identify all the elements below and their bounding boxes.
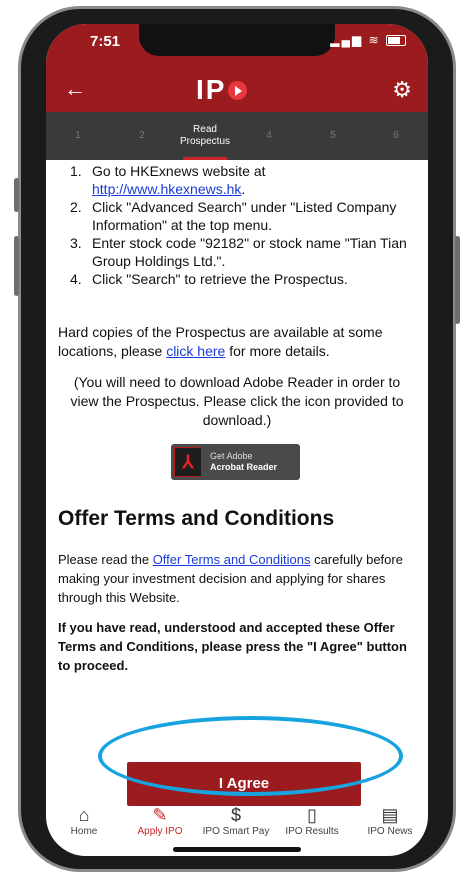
highlight-ring [98, 716, 403, 796]
list-item: 2. Click "Advanced Search" under "Listed … [70, 199, 397, 233]
tab-ipo-results[interactable]: ▯ IPO Results [274, 804, 350, 837]
home-icon: ⌂ [78, 805, 90, 825]
app-header: ← IP ⚙ [46, 68, 428, 112]
side-button [14, 236, 19, 296]
tab-ipo-smart-pay[interactable]: $ IPO Smart Pay [198, 804, 274, 837]
step-6: 6 [393, 130, 399, 141]
signal-icon: ▂▄▆ [330, 33, 364, 47]
tab-apply-ipo[interactable]: ✎ Apply IPO [122, 804, 198, 837]
step-2: 2 [139, 130, 145, 141]
accept-instruction: If you have read, understood and accepte… [58, 620, 407, 673]
pencil-icon: ✎ [152, 805, 168, 825]
adobe-reader-button[interactable]: ⅄ Get Adobe Acrobat Reader [171, 444, 300, 480]
hkexnews-link[interactable]: http://www.hkexnews.hk [92, 181, 241, 197]
status-time: 7:51 [90, 33, 121, 50]
play-icon [228, 81, 248, 100]
tab-ipo-news[interactable]: ▤ IPO News [352, 804, 428, 837]
ipo-logo: IP [196, 74, 248, 106]
main-content: 1. Go to HKExnews website at http://www.hk… [46, 160, 428, 760]
step-4: 4 [266, 130, 272, 141]
offer-terms-heading: Offer Terms and Conditions [58, 507, 335, 530]
side-button [14, 178, 19, 212]
adobe-note: (You will need to download Adobe Reader … [70, 374, 404, 428]
gear-icon[interactable]: ⚙ [392, 77, 412, 103]
list-item: 3. Enter stock code "92182" or stock name… [70, 235, 407, 269]
status-bar: 7:51 ▂▄▆ ≋ [46, 24, 428, 68]
acrobat-icon: ⅄ [174, 447, 202, 477]
home-indicator [173, 847, 301, 852]
step-indicator: 1 2 Read Prospectus 4 5 6 [46, 112, 428, 160]
dollar-icon: $ [230, 805, 241, 825]
side-button [455, 236, 460, 324]
notch [139, 24, 335, 56]
status-icons: ▂▄▆ ≋ [330, 33, 406, 47]
step-1: 1 [75, 130, 81, 141]
click-here-link[interactable]: click here [166, 343, 225, 359]
list-item: 4. Click "Search" to retrieve the Prospec… [70, 271, 348, 287]
battery-icon [386, 35, 406, 47]
back-arrow-icon[interactable]: ← [64, 76, 86, 102]
document-icon: ▯ [307, 805, 317, 825]
list-item: 1. Go to HKExnews website at http://www.hk… [70, 163, 266, 197]
hard-copies-text: Hard copies of the Prospectus are availa… [58, 324, 383, 359]
step-read-prospectus: Read Prospectus [173, 112, 237, 160]
tab-home[interactable]: ⌂ Home [46, 804, 122, 837]
offer-terms-text: Please read the Offer Terms and Conditio… [58, 552, 403, 605]
wifi-icon: ≋ [368, 33, 381, 47]
newspaper-icon: ▤ [381, 805, 399, 825]
step-5: 5 [330, 130, 336, 141]
instruction-list: 1. Go to HKExnews website at http://www.hk… [70, 162, 410, 288]
offer-terms-link[interactable]: Offer Terms and Conditions [153, 552, 311, 567]
